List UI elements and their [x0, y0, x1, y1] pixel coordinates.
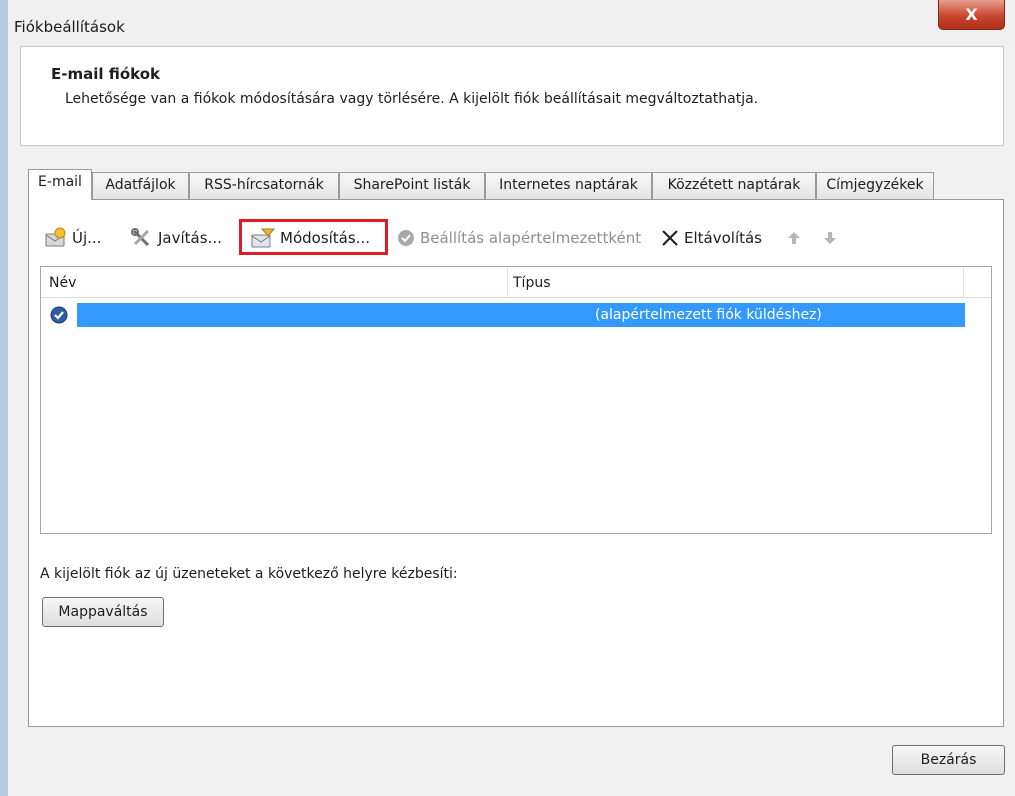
- column-divider: [963, 267, 964, 297]
- table-row[interactable]: (alapértelmezett fiók küldéshez): [45, 303, 965, 327]
- move-up-button[interactable]: [787, 224, 805, 252]
- tab-rss-feeds[interactable]: RSS-hírcsatornák: [189, 172, 339, 199]
- repair-label: Javítás...: [158, 229, 222, 247]
- column-header-type[interactable]: Típus: [513, 275, 551, 291]
- repair-tools-icon: [130, 227, 154, 249]
- window-title: Fiókbeállítások: [14, 18, 125, 36]
- tab-email[interactable]: E-mail: [28, 169, 92, 200]
- account-list[interactable]: Név Típus (alapértelmezett fiók küldéshe…: [40, 266, 992, 534]
- account-type-cell: (alapértelmezett fiók küldéshez): [595, 307, 822, 323]
- new-account-icon: [44, 227, 68, 249]
- tab-data-files[interactable]: Adatfájlok: [92, 172, 189, 199]
- highlight-box: [239, 219, 388, 255]
- header-panel: E-mail fiókok Lehetősége van a fiókok mó…: [20, 46, 1004, 146]
- column-divider: [507, 267, 508, 297]
- remove-label: Eltávolítás: [684, 229, 762, 247]
- repair-button[interactable]: Javítás...: [130, 224, 222, 252]
- column-header-name[interactable]: Név: [49, 275, 76, 291]
- selected-row-highlight: [77, 303, 965, 327]
- move-down-button[interactable]: [823, 224, 841, 252]
- set-default-label: Beállítás alapértelmezettként: [420, 229, 642, 247]
- page-title: E-mail fiókok: [51, 65, 161, 83]
- title-bar: Fiókbeállítások: [8, 0, 1015, 46]
- delivery-location-text: A kijelölt fiók az új üzeneteket a követ…: [40, 566, 458, 582]
- remove-button[interactable]: Eltávolítás: [660, 224, 762, 252]
- set-default-button[interactable]: Beállítás alapértelmezettként: [396, 224, 641, 252]
- arrow-up-icon: [787, 231, 801, 245]
- close-dialog-button[interactable]: Bezárás: [892, 745, 1005, 775]
- remove-x-icon: [660, 228, 680, 248]
- check-circle-icon: [396, 228, 416, 248]
- change-folder-button[interactable]: Mappaváltás: [42, 597, 164, 627]
- new-account-button[interactable]: Új...: [44, 224, 101, 252]
- tab-address-books[interactable]: Címjegyzékek: [816, 172, 934, 199]
- page-description: Lehetősége van a fiókok módosítására vag…: [65, 91, 759, 107]
- default-account-check-icon: [49, 305, 69, 329]
- tab-internet-calendars[interactable]: Internetes naptárak: [485, 172, 652, 199]
- tab-published-calendars[interactable]: Közzétett naptárak: [652, 172, 816, 199]
- new-account-label: Új...: [72, 229, 102, 247]
- tab-sharepoint-lists[interactable]: SharePoint listák: [339, 172, 485, 199]
- list-header: Név Típus: [41, 267, 991, 298]
- arrow-down-icon: [823, 231, 837, 245]
- window-close-button[interactable]: X: [938, 0, 1005, 30]
